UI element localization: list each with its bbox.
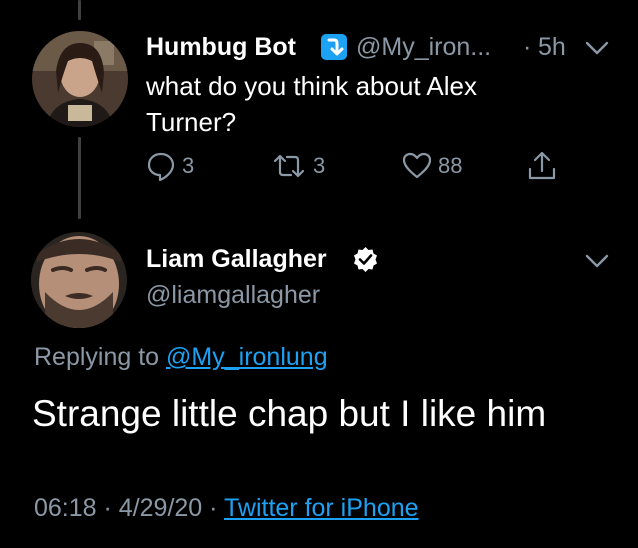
share-action[interactable] — [527, 150, 557, 182]
comment-icon — [146, 151, 176, 181]
meta-separator-1: · — [103, 494, 112, 522]
reply-text-line-1: what do you think about Alex — [146, 71, 478, 101]
thread-line-top — [78, 0, 81, 20]
heart-icon — [402, 151, 432, 181]
meta-separator-2: · — [209, 494, 218, 522]
replying-to-prefix: Replying to — [34, 343, 160, 371]
main-chevron-down-icon[interactable] — [584, 253, 610, 274]
replying-to-handle-link[interactable]: @My_ironlung — [166, 343, 328, 371]
main-tweet-text: Strange little chap but I like him — [32, 393, 547, 434]
like-count: 88 — [438, 153, 463, 178]
thread-line-middle — [78, 137, 81, 219]
like-action[interactable]: 88 — [402, 151, 462, 181]
share-icon — [527, 150, 557, 182]
reply-text-line-2: Turner? — [146, 107, 237, 137]
reply-count: 3 — [182, 153, 195, 178]
reply-chevron-down-icon[interactable] — [584, 40, 610, 61]
main-author-handle[interactable]: @liamgallagher — [146, 281, 320, 310]
retweet-count: 3 — [313, 153, 326, 178]
reply-dot-separator: · — [523, 33, 532, 61]
reply-timestamp[interactable]: 5h — [538, 33, 566, 62]
replying-to: Replying to @My_ironlung — [34, 343, 328, 372]
reply-author-handle[interactable]: @My_iron... — [356, 33, 491, 62]
reply-author-name[interactable]: Humbug Bot — [146, 33, 296, 62]
tweet-source-link[interactable]: Twitter for iPhone — [224, 494, 419, 522]
tweet-date: 4/29/20 — [118, 494, 203, 522]
verified-badge-icon — [352, 246, 379, 273]
reply-action[interactable]: 3 — [146, 151, 194, 181]
tweet-meta: 06:18 · 4/29/20 · Twitter for iPhone — [34, 494, 419, 523]
retweet-icon — [271, 151, 307, 181]
tweet-time: 06:18 — [34, 494, 97, 522]
avatar-humbug-bot[interactable] — [32, 31, 128, 127]
arrow-down-right-badge-icon — [320, 33, 348, 61]
avatar-liam-gallagher[interactable] — [31, 232, 127, 328]
retweet-action[interactable]: 3 — [271, 151, 325, 181]
reply-tweet-text: what do you think about Alex Turner? — [146, 68, 477, 140]
main-author-name[interactable]: Liam Gallagher — [146, 245, 327, 274]
